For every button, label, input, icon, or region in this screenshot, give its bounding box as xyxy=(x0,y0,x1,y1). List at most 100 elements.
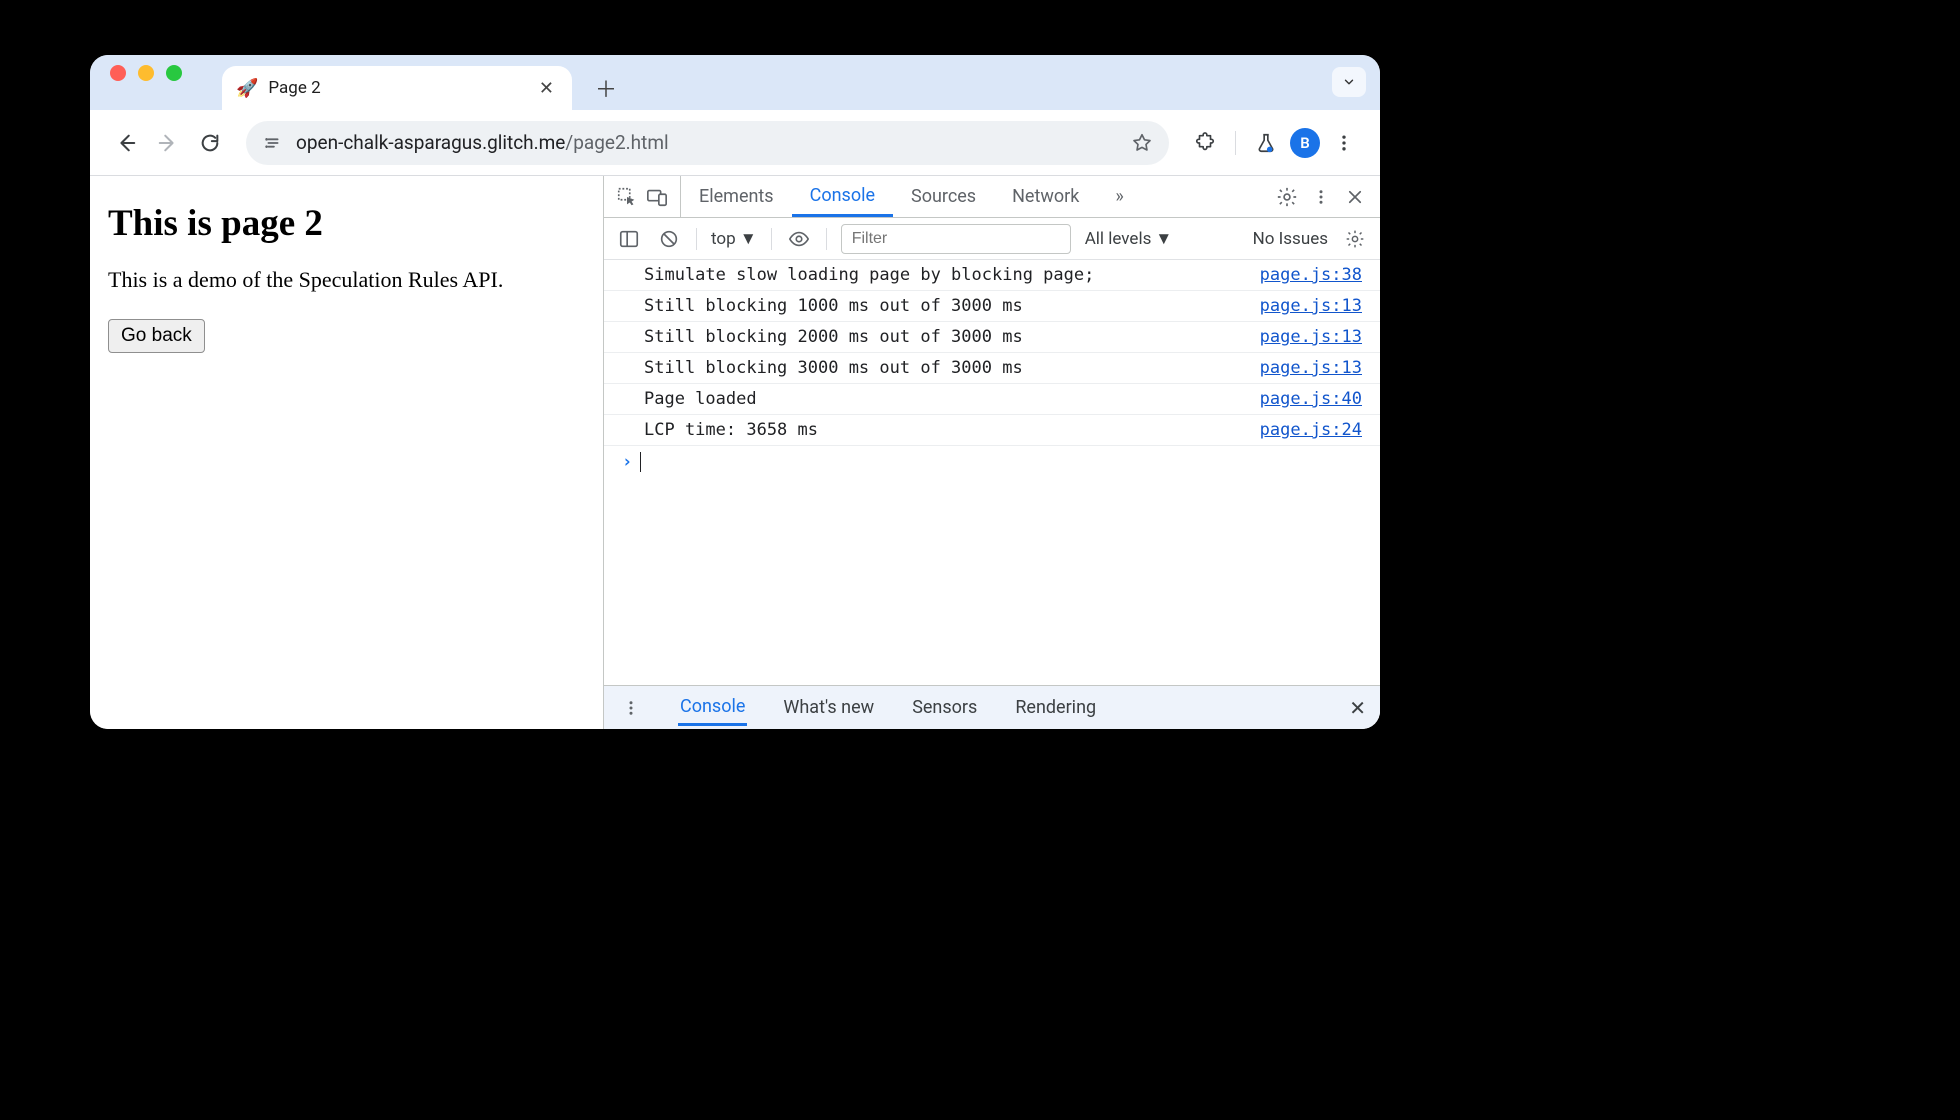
tab-console[interactable]: Console xyxy=(792,176,893,217)
chevron-right-icon: › xyxy=(622,452,632,472)
clear-console-button[interactable] xyxy=(656,226,682,252)
context-selector[interactable]: top ▼ xyxy=(711,229,757,249)
bookmark-button[interactable] xyxy=(1131,132,1153,154)
kebab-icon xyxy=(622,699,640,717)
tabs-overflow-button[interactable]: » xyxy=(1097,176,1141,217)
log-source-link[interactable]: page.js:13 xyxy=(1260,296,1362,316)
devtools-tabs: Elements Console Sources Network » xyxy=(604,176,1380,218)
address-bar[interactable]: open-chalk-asparagus.glitch.me/page2.htm… xyxy=(246,121,1169,165)
url-text: open-chalk-asparagus.glitch.me/page2.htm… xyxy=(296,131,669,154)
context-label: top xyxy=(711,229,736,249)
sidebar-icon xyxy=(618,228,640,250)
log-source-link[interactable]: page.js:24 xyxy=(1260,420,1362,440)
profile-avatar[interactable]: B xyxy=(1290,128,1320,158)
divider xyxy=(826,228,827,250)
toolbar: open-chalk-asparagus.glitch.me/page2.htm… xyxy=(90,110,1380,176)
tab-close-button[interactable]: ✕ xyxy=(535,74,558,103)
star-icon xyxy=(1131,132,1153,154)
no-entry-icon xyxy=(658,228,680,250)
minimize-window-button[interactable] xyxy=(138,65,154,81)
puzzle-icon xyxy=(1194,132,1216,154)
tab-favicon: 🚀 xyxy=(236,78,258,99)
site-settings-icon[interactable] xyxy=(262,132,284,154)
tabs-dropdown-button[interactable] xyxy=(1332,67,1366,97)
log-source-link[interactable]: page.js:13 xyxy=(1260,358,1362,378)
arrow-left-icon xyxy=(115,132,137,154)
devtools-settings-button[interactable] xyxy=(1274,184,1300,210)
reload-button[interactable] xyxy=(192,125,228,161)
console-output: Simulate slow loading page by blocking p… xyxy=(604,260,1380,685)
tab-elements[interactable]: Elements xyxy=(681,176,792,217)
window-controls xyxy=(110,55,222,110)
drawer-tab-rendering[interactable]: Rendering xyxy=(1013,691,1098,724)
log-message: Still blocking 1000 ms out of 3000 ms xyxy=(644,296,1023,316)
console-log-row: LCP time: 3658 ms page.js:24 xyxy=(604,415,1380,446)
url-path: /page2.html xyxy=(565,131,668,154)
new-tab-button[interactable]: ＋ xyxy=(588,70,624,106)
log-message: Still blocking 3000 ms out of 3000 ms xyxy=(644,358,1023,378)
tab-strip: 🚀 Page 2 ✕ ＋ xyxy=(90,55,1380,110)
console-prompt[interactable]: › xyxy=(604,446,1380,478)
gear-icon xyxy=(1276,186,1298,208)
reload-icon xyxy=(199,132,221,154)
log-message: Still blocking 2000 ms out of 3000 ms xyxy=(644,327,1023,347)
drawer-tab-whatsnew[interactable]: What's new xyxy=(781,691,876,724)
console-log-row: Still blocking 2000 ms out of 3000 ms pag… xyxy=(604,322,1380,353)
extensions-button[interactable] xyxy=(1187,125,1223,161)
kebab-icon xyxy=(1334,133,1354,153)
console-log-row: Page loaded page.js:40 xyxy=(604,384,1380,415)
browser-tab[interactable]: 🚀 Page 2 ✕ xyxy=(222,66,572,110)
url-domain: open-chalk-asparagus.glitch.me xyxy=(296,131,565,154)
log-levels-selector[interactable]: All levels ▼ xyxy=(1085,229,1173,249)
gear-icon xyxy=(1345,229,1365,249)
page-viewport: This is page 2 This is a demo of the Spe… xyxy=(90,176,604,729)
console-log-row: Still blocking 3000 ms out of 3000 ms pag… xyxy=(604,353,1380,384)
close-window-button[interactable] xyxy=(110,65,126,81)
chevron-down-icon xyxy=(1342,75,1356,89)
devtools-close-button[interactable] xyxy=(1342,184,1368,210)
forward-button[interactable] xyxy=(150,125,186,161)
close-icon xyxy=(1346,188,1364,206)
maximize-window-button[interactable] xyxy=(166,65,182,81)
drawer-tab-sensors[interactable]: Sensors xyxy=(910,691,979,724)
device-toggle-button[interactable] xyxy=(644,184,670,210)
log-levels-label: All levels xyxy=(1085,229,1152,249)
kebab-icon xyxy=(1312,188,1330,206)
tab-network[interactable]: Network xyxy=(994,176,1097,217)
devtools: Elements Console Sources Network » xyxy=(604,176,1380,729)
drawer-menu-button[interactable] xyxy=(618,695,644,721)
eye-icon xyxy=(788,228,810,250)
console-toolbar: top ▼ All levels ▼ No Issues xyxy=(604,218,1380,260)
console-filter-input[interactable] xyxy=(841,224,1071,254)
beaker-icon xyxy=(1255,132,1277,154)
log-source-link[interactable]: page.js:40 xyxy=(1260,389,1362,409)
drawer-close-button[interactable]: ✕ xyxy=(1349,696,1366,720)
console-settings-button[interactable] xyxy=(1342,226,1368,252)
console-log-row: Simulate slow loading page by blocking p… xyxy=(604,260,1380,291)
inspect-element-button[interactable] xyxy=(614,184,640,210)
page-text: This is a demo of the Speculation Rules … xyxy=(108,267,585,293)
tab-title: Page 2 xyxy=(268,78,320,98)
avatar-letter: B xyxy=(1300,134,1310,152)
inspect-icon xyxy=(616,186,638,208)
issues-button[interactable]: No Issues xyxy=(1253,229,1328,249)
go-back-button[interactable]: Go back xyxy=(108,319,205,353)
devtools-inspect-group xyxy=(604,176,681,217)
browser-menu-button[interactable] xyxy=(1326,125,1362,161)
log-message: LCP time: 3658 ms xyxy=(644,420,818,440)
cursor xyxy=(640,452,641,472)
log-source-link[interactable]: page.js:38 xyxy=(1260,265,1362,285)
devtools-menu-button[interactable] xyxy=(1308,184,1334,210)
log-source-link[interactable]: page.js:13 xyxy=(1260,327,1362,347)
live-expression-button[interactable] xyxy=(786,226,812,252)
arrow-right-icon xyxy=(157,132,179,154)
drawer-tab-console[interactable]: Console xyxy=(678,690,747,726)
labs-button[interactable] xyxy=(1248,125,1284,161)
devices-icon xyxy=(646,186,668,208)
content-area: This is page 2 This is a demo of the Spe… xyxy=(90,176,1380,729)
log-message: Page loaded xyxy=(644,389,757,409)
toggle-sidebar-button[interactable] xyxy=(616,226,642,252)
divider xyxy=(696,228,697,250)
back-button[interactable] xyxy=(108,125,144,161)
tab-sources[interactable]: Sources xyxy=(893,176,994,217)
